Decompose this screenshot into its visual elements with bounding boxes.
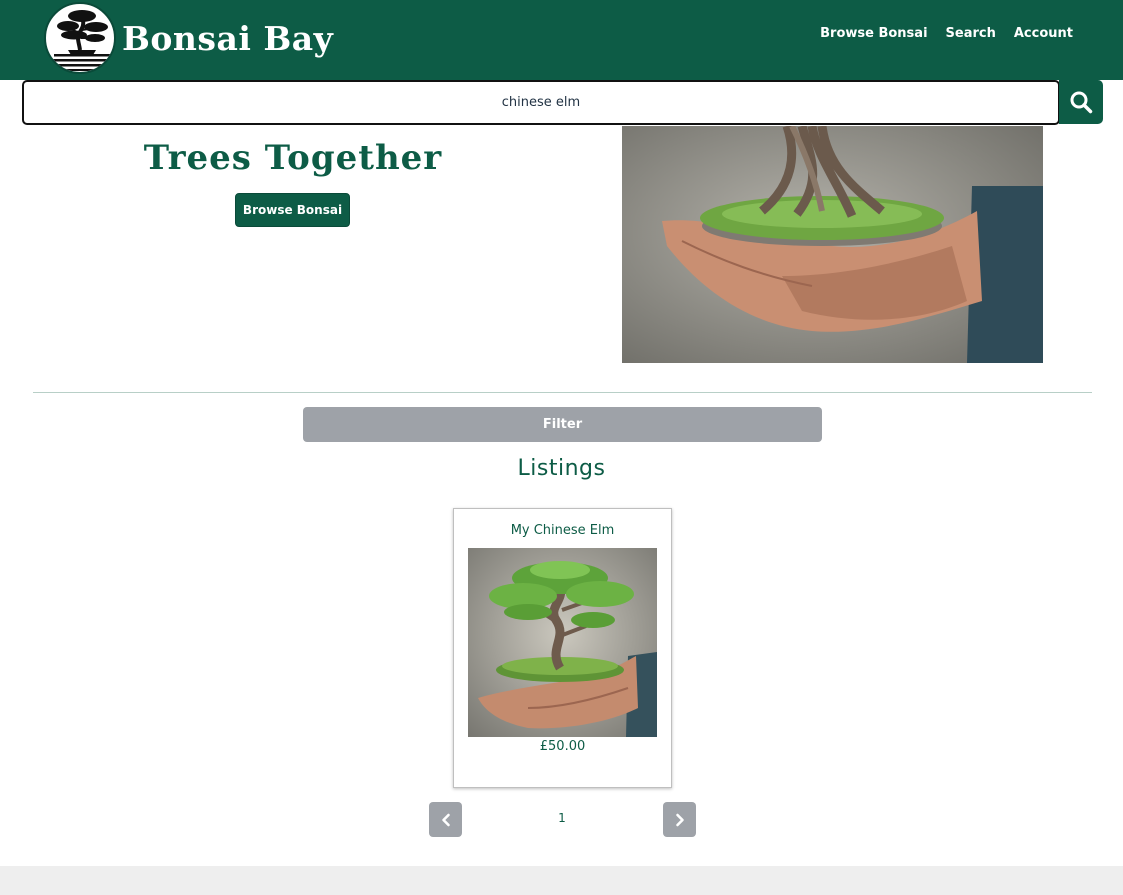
section-divider — [33, 392, 1092, 393]
nav-browse-bonsai[interactable]: Browse Bonsai — [820, 26, 927, 41]
current-page-number: 1 — [558, 811, 566, 825]
top-navbar: Bonsai Bay Browse Bonsai Search Account — [0, 0, 1123, 80]
search-button[interactable] — [1059, 80, 1103, 124]
search-bar — [22, 80, 1103, 125]
listing-title[interactable]: My Chinese Elm — [454, 523, 671, 538]
footer — [0, 866, 1123, 895]
hands-holding-bonsai-image — [622, 126, 1043, 363]
bonsai-tree-icon — [44, 2, 116, 74]
hero-title: Trees Together — [143, 138, 443, 178]
brand[interactable]: Bonsai Bay — [44, 2, 333, 74]
hero-browse-bonsai-button[interactable]: Browse Bonsai — [235, 193, 350, 227]
nav-search[interactable]: Search — [946, 26, 996, 41]
listings-title: Listings — [517, 456, 606, 481]
chevron-right-icon — [675, 813, 684, 826]
nav-links: Browse Bonsai Search Account — [802, 26, 1073, 41]
listing-card[interactable]: My Chinese Elm £50.00 — [453, 508, 672, 788]
brand-name: Bonsai Bay — [122, 18, 334, 58]
nav-account[interactable]: Account — [1014, 26, 1073, 41]
chevron-left-icon — [441, 813, 450, 826]
search-input[interactable] — [22, 80, 1060, 125]
bonsai-in-hands-image[interactable] — [468, 548, 657, 737]
prev-page-button[interactable] — [429, 802, 462, 837]
filter-button[interactable]: Filter — [303, 407, 822, 442]
listing-price: £50.00 — [539, 739, 586, 754]
search-icon — [1070, 91, 1093, 114]
next-page-button[interactable] — [663, 802, 696, 837]
